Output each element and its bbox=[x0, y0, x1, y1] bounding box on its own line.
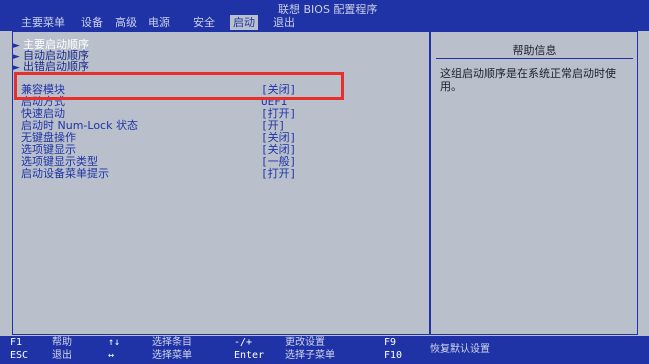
key-f1-desc: 帮助 bbox=[52, 337, 72, 348]
help-title: 帮助信息 bbox=[512, 44, 557, 57]
key-minus-plus-desc: 更改设置 bbox=[285, 337, 325, 348]
option-label-boot-menu-prompt[interactable]: 启动设备菜单提示 bbox=[21, 168, 109, 180]
tab-bar: 主要菜单 设备 高级 电源 安全 启动 退出 bbox=[0, 14, 649, 31]
key-left-right-desc: 选择菜单 bbox=[152, 350, 192, 361]
help-divider bbox=[436, 58, 633, 59]
help-pane: 帮助信息 这组启动顺序是在系统正常启动时使用。 bbox=[432, 32, 637, 334]
key-esc: ESC bbox=[10, 350, 29, 361]
tab-advanced[interactable]: 高级 bbox=[112, 15, 140, 30]
selection-highlight-box bbox=[14, 72, 344, 100]
settings-panel: ► 主要启动顺序 ► 自动启动顺序 ► 出错启动顺序 兼容模块 [关闭] 启动方式 U… bbox=[12, 31, 638, 335]
key-up-down: ↑↓ bbox=[108, 337, 121, 348]
key-legend: F1 帮助 ESC 退出 ↑↓ 选择条目 ↔ 选择菜单 -/+ 更改设置 Ent… bbox=[0, 336, 649, 364]
tab-security[interactable]: 安全 bbox=[190, 15, 218, 30]
bios-screen: 联想 BIOS 配置程序 主要菜单 设备 高级 电源 安全 启动 退出 ► 主要启… bbox=[0, 0, 649, 364]
key-f10: F10 bbox=[384, 350, 403, 361]
tab-exit[interactable]: 退出 bbox=[270, 15, 298, 30]
option-value-boot-menu-prompt[interactable]: [打开] bbox=[261, 168, 296, 180]
tab-main[interactable]: 主要菜单 bbox=[18, 15, 68, 30]
settings-list: ► 主要启动顺序 ► 自动启动顺序 ► 出错启动顺序 兼容模块 [关闭] 启动方式 U… bbox=[13, 32, 428, 334]
key-enter: Enter bbox=[234, 350, 265, 361]
key-up-down-desc: 选择条目 bbox=[152, 337, 192, 348]
pane-divider bbox=[429, 32, 431, 334]
key-f9-desc: 恢复默认设置 bbox=[430, 344, 490, 355]
key-left-right: ↔ bbox=[108, 350, 115, 361]
tab-power[interactable]: 电源 bbox=[145, 15, 173, 30]
help-text: 这组启动顺序是在系统正常启动时使用。 bbox=[440, 67, 616, 93]
key-esc-desc: 退出 bbox=[52, 350, 72, 361]
key-f9: F9 bbox=[384, 337, 397, 348]
tab-devices[interactable]: 设备 bbox=[78, 15, 106, 30]
tab-startup[interactable]: 启动 bbox=[230, 15, 258, 30]
key-enter-desc: 选择子菜单 bbox=[285, 350, 335, 361]
key-f1: F1 bbox=[10, 337, 23, 348]
key-minus-plus: -/+ bbox=[234, 337, 253, 348]
